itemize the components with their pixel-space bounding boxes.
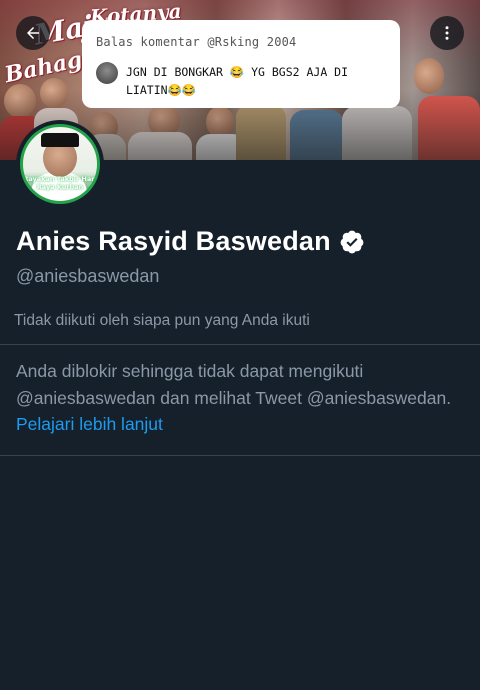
avatar: Rayakan Takbir Hari Raya Kurban xyxy=(20,124,100,204)
profile-avatar[interactable]: Rayakan Takbir Hari Raya Kurban xyxy=(16,120,104,208)
profile-handle: @aniesbaswedan xyxy=(16,266,160,286)
reply-comment-sticker: Balas komentar @Rsking 2004 JGN DI BONGK… xyxy=(82,20,400,108)
more-vertical-icon xyxy=(445,26,449,40)
divider xyxy=(0,455,480,456)
more-options-button[interactable] xyxy=(430,16,464,50)
learn-more-link[interactable]: Pelajari lebih lanjut xyxy=(16,414,163,434)
verified-badge-icon xyxy=(340,230,364,253)
reply-title: Balas komentar @Rsking 2004 xyxy=(96,35,297,49)
blocked-notice: Anda diblokir sehingga tidak dapat mengi… xyxy=(16,358,456,438)
divider xyxy=(0,344,480,345)
profile-name-row: Anies Rasyid Baswedan xyxy=(16,226,365,257)
back-button[interactable] xyxy=(16,16,50,50)
arrow-left-icon xyxy=(27,27,39,39)
followers-you-know: Tidak diikuti oleh siapa pun yang Anda i… xyxy=(14,312,310,329)
avatar-cap xyxy=(41,133,79,147)
commenter-avatar xyxy=(96,62,118,84)
blocked-message: Anda diblokir sehingga tidak dapat mengi… xyxy=(16,361,452,408)
display-name: Anies Rasyid Baswedan xyxy=(16,226,331,256)
reply-comment-text: JGN DI BONGKAR 😂 YG BGS2 AJA DI LIATIN😂😂 xyxy=(126,65,349,97)
avatar-caption: Rayakan Takbir Hari Raya Kurban xyxy=(23,175,97,191)
banner-person xyxy=(414,58,444,94)
